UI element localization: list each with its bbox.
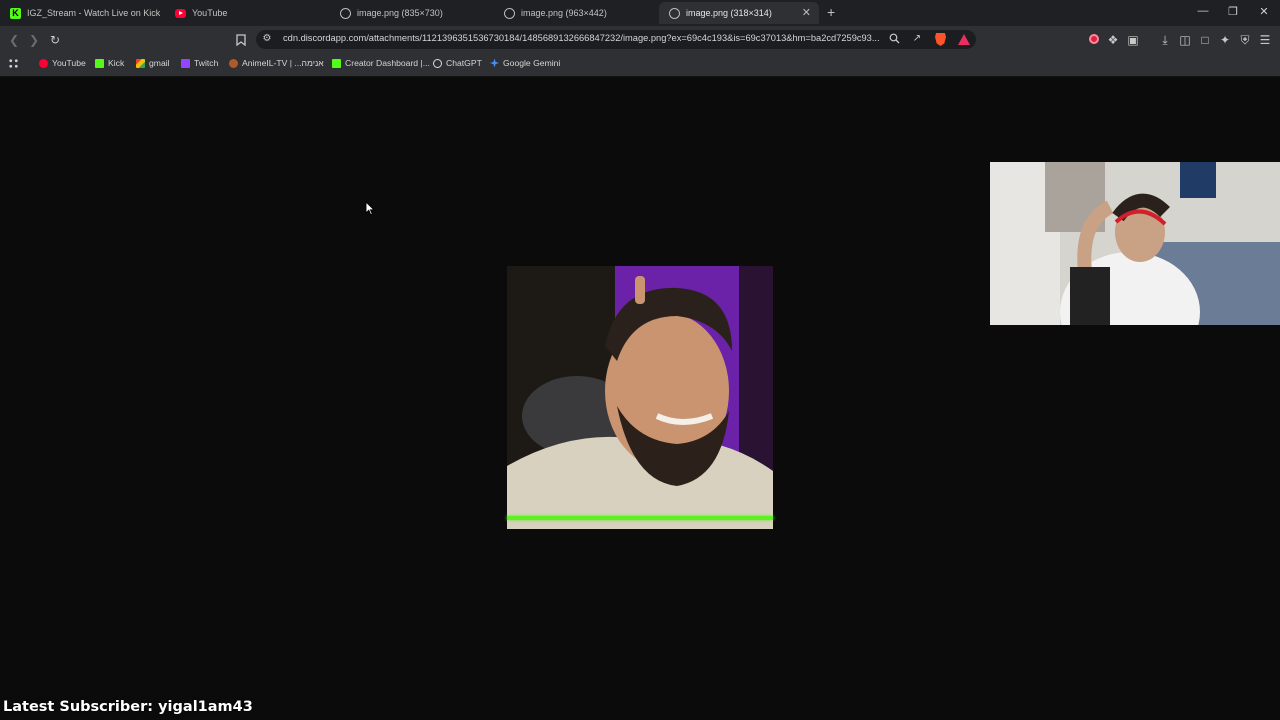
share-icon[interactable]: ↗	[910, 32, 924, 46]
bookmark-kick[interactable]: Kick	[95, 58, 124, 68]
streamer-webcam	[990, 162, 1280, 325]
zoom-icon[interactable]	[887, 32, 901, 46]
minimize-button[interactable]: —	[1193, 5, 1213, 17]
forward-icon[interactable]: ❯	[26, 32, 42, 48]
restore-button[interactable]: ❐	[1223, 5, 1243, 18]
address-bar[interactable]: ⚙ cdn.discordapp.com/attachments/1121396…	[256, 30, 976, 49]
bookmark-label: Google Gemini	[503, 58, 561, 68]
kick-icon	[332, 58, 341, 68]
wallet-icon[interactable]: □	[1197, 32, 1213, 48]
bookmark-gemini[interactable]: Google Gemini	[490, 58, 560, 68]
image-viewer	[0, 77, 1280, 720]
brave-rewards-icon[interactable]	[958, 34, 970, 45]
bookmark-chatgpt[interactable]: ChatGPT	[433, 58, 482, 68]
animeil-icon	[229, 58, 238, 68]
bookmark-label: YouTube	[52, 58, 86, 68]
bookmark-twitch[interactable]: Twitch	[181, 58, 218, 68]
bookmark-gmail[interactable]: gmail	[136, 58, 170, 68]
downloads-icon[interactable]: ⤓	[1157, 32, 1173, 48]
displayed-image[interactable]	[507, 266, 773, 529]
reload-icon[interactable]: ↻	[47, 32, 63, 48]
sidebar-icon[interactable]: ◫	[1177, 32, 1193, 48]
kick-icon: K	[10, 7, 21, 19]
tab-image-318[interactable]: image.png (318×314) ✕	[659, 2, 819, 24]
globe-icon	[340, 7, 351, 19]
tab-youtube[interactable]: YouTube	[165, 2, 330, 24]
back-icon[interactable]: ❮	[6, 32, 22, 48]
globe-icon	[669, 7, 680, 19]
close-window-button[interactable]: ✕	[1254, 5, 1274, 18]
bookmark-label: Kick	[108, 58, 125, 68]
record-icon[interactable]	[1089, 34, 1099, 44]
youtube-icon	[39, 58, 48, 68]
bookmark-icon[interactable]	[233, 32, 249, 48]
site-settings-icon[interactable]: ⚙	[260, 32, 274, 46]
tab-title: image.png (318×314)	[686, 8, 772, 18]
bookmark-creator-dashboard[interactable]: Creator Dashboard |...	[332, 58, 430, 68]
url-text[interactable]: cdn.discordapp.com/attachments/112139635…	[283, 33, 883, 43]
bookmark-label: Twitch	[194, 58, 219, 68]
twitch-icon	[181, 58, 190, 68]
bookmark-youtube[interactable]: YouTube	[39, 58, 86, 68]
vpn-shield-icon[interactable]: ⛨	[1237, 32, 1253, 48]
tab-kick-stream[interactable]: K IGZ_Stream - Watch Live on Kick	[0, 2, 165, 24]
tab-title: IGZ_Stream - Watch Live on Kick	[27, 8, 161, 18]
tab-image-835[interactable]: image.png (835×730)	[330, 2, 495, 24]
bookmark-label: ChatGPT	[446, 58, 482, 68]
webcam-overlay	[990, 162, 1280, 325]
tab-title: image.png (963×442)	[521, 8, 607, 18]
bookmark-label: gmail	[149, 58, 170, 68]
kick-icon	[95, 58, 104, 68]
tab-strip: K IGZ_Stream - Watch Live on Kick YouTub…	[0, 0, 1280, 26]
gmail-icon	[136, 58, 145, 68]
tab-image-963[interactable]: image.png (963×442)	[494, 2, 659, 24]
latest-subscriber-banner: Latest Subscriber: yigal1am43	[3, 699, 253, 715]
chatgpt-icon	[433, 58, 442, 68]
person-photo	[507, 266, 773, 529]
leo-ai-icon[interactable]: ✦	[1217, 32, 1233, 48]
bookmarks-bar: YouTube Kick gmail Twitch AnimeIL-TV | .…	[0, 53, 1280, 77]
bookmark-label: AnimeIL-TV | ...אנימה	[242, 58, 324, 68]
close-tab-icon[interactable]: ✕	[802, 6, 811, 19]
new-tab-button[interactable]: +	[827, 4, 835, 20]
browser-toolbar: ❮ ❯ ↻ ⚙ cdn.discordapp.com/attachments/1…	[0, 26, 1280, 53]
image-progress-bar	[507, 516, 773, 520]
apps-grid-icon[interactable]	[8, 58, 19, 69]
tab-title: image.png (835×730)	[357, 8, 443, 18]
bookmark-label: Creator Dashboard |...	[345, 58, 430, 68]
globe-icon	[504, 7, 515, 19]
bookmark-animeil[interactable]: AnimeIL-TV | ...אנימה	[229, 58, 324, 68]
screenshot-icon[interactable]: ▣	[1125, 32, 1141, 48]
extensions-icon[interactable]: ❖	[1105, 32, 1121, 48]
menu-icon[interactable]: ☰	[1257, 32, 1273, 48]
youtube-icon	[175, 8, 186, 18]
tab-title: YouTube	[192, 8, 228, 18]
gemini-icon	[490, 58, 499, 68]
brave-shields-icon[interactable]	[935, 33, 946, 46]
image-progress-fill	[507, 516, 773, 520]
